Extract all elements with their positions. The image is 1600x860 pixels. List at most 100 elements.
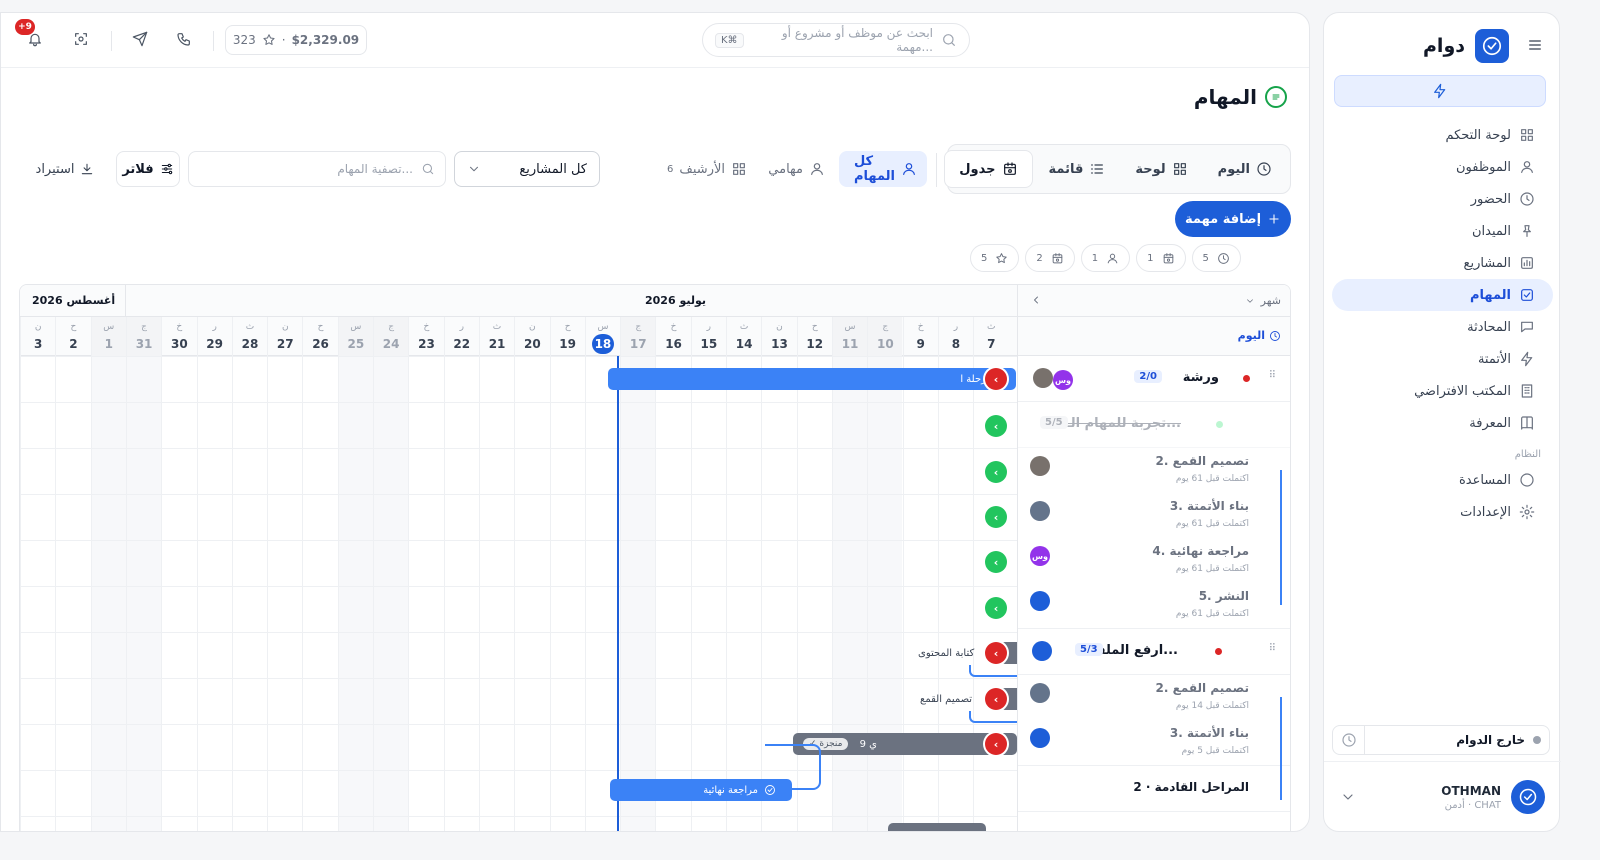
day-cell: ح 12 [796, 317, 832, 356]
chevron-down-icon[interactable] [1340, 789, 1356, 805]
chevron-icon[interactable]: ‹ [985, 415, 1007, 437]
day-number: 26 [312, 337, 329, 351]
tree-connector [1258, 697, 1282, 800]
grid-line [20, 402, 1017, 403]
sidebar-item-1[interactable]: الموظفون [1332, 151, 1553, 183]
weekday-label: ث [245, 322, 255, 332]
subtask-meta: اكتملت قبل 61 يوم [1175, 609, 1249, 619]
subtask-row[interactable]: 5. النشر اكتملت قبل 61 يوم [1018, 583, 1290, 629]
stat-chip[interactable]: 1 [1136, 244, 1186, 272]
sidebar-item-3[interactable]: الميدان [1332, 215, 1553, 247]
add-task-button[interactable]: إضافة مهمة [1175, 201, 1291, 237]
chevron-icon[interactable]: ‹ [985, 368, 1007, 390]
task-row[interactable]: ⠿ ارفع الملف... 5/3 [1018, 629, 1290, 675]
view-tab-1[interactable]: لوحة [1121, 150, 1201, 188]
task-row[interactable]: ⠿ ورشة 2/0 وس [1018, 356, 1290, 402]
subtask-row[interactable]: 2. تصميم القمع اكتملت قبل 61 يوم [1018, 448, 1290, 494]
page-title-wrap: المهام [1194, 85, 1287, 109]
task-title: ورشة [1182, 370, 1219, 385]
view-tab-label: اليوم [1217, 161, 1250, 177]
stat-chip[interactable]: 5 [1191, 244, 1241, 272]
import-button[interactable]: استيراد [25, 151, 105, 187]
subtask-title: 2. تصميم القمع [1155, 454, 1249, 468]
zoom-select[interactable]: شهر [1245, 294, 1281, 307]
day-cell: ن 3 [20, 317, 55, 356]
wallet-widget[interactable]: 323 · $2,329.09 [225, 25, 367, 55]
view-tab-0[interactable]: اليوم [1204, 150, 1286, 188]
sidebar-item-6[interactable]: المحادثة [1332, 311, 1553, 343]
stat-chip[interactable]: 5 [970, 244, 1020, 272]
chevron-left-icon[interactable] [1030, 294, 1042, 306]
weekday-label: ج [388, 322, 395, 332]
grid-line [20, 586, 1017, 587]
chevron-icon[interactable]: ‹ [985, 642, 1007, 664]
scope-tab-2[interactable]: الأرشيف 6 [661, 151, 757, 187]
weekday-label: س [844, 322, 856, 332]
chevron-icon[interactable]: ‹ [985, 733, 1007, 755]
quick-action-button[interactable] [1334, 75, 1546, 107]
chevron-icon[interactable]: ‹ [985, 551, 1007, 573]
sidebar-item-9[interactable]: المعرفة [1332, 407, 1553, 439]
drag-handle-icon[interactable]: ⠿ [1269, 370, 1276, 381]
global-search[interactable]: ابحث عن موظف أو مشروع أو مهمة... K⌘ [702, 23, 970, 57]
work-status[interactable]: خارج الدوام [1332, 725, 1550, 755]
sidebar-item-0[interactable]: لوحة التحكم [1332, 119, 1553, 151]
gantt-bar-automation[interactable]: 9 ي ✓ منجزة [793, 733, 1017, 755]
check-square-icon [1519, 287, 1535, 303]
help-icon [1519, 472, 1535, 488]
chevron-icon[interactable]: ‹ [985, 506, 1007, 528]
subtask-title: 2. تصميم القمع [1155, 681, 1249, 695]
sidebar-item-4[interactable]: المشاريع [1332, 247, 1553, 279]
subtask-meta: اكتملت قبل 61 يوم [1175, 519, 1249, 529]
weekday-label: ر [459, 322, 464, 332]
phone-icon[interactable] [176, 31, 192, 47]
day-cell: ن 13 [761, 317, 796, 356]
upcoming-phases-row[interactable]: المراحل القادمة · 2 [1018, 766, 1290, 812]
search-icon [941, 32, 957, 48]
filters-button[interactable]: فلاتر [116, 151, 180, 187]
sidebar-system-item-1[interactable]: الإعدادات [1332, 496, 1553, 528]
sidebar-item-2[interactable]: الحضور [1332, 183, 1553, 215]
top-bar: +9 323 · $2,329.09 ابحث عن موظف أو مشروع… [1, 13, 1309, 68]
day-cell: ث 7 [973, 317, 1008, 356]
grid-line [231, 356, 233, 831]
drag-handle-icon[interactable]: ⠿ [1269, 643, 1276, 654]
task-filter-input[interactable]: تصفية المهام... [188, 151, 446, 187]
view-tab-2[interactable]: قائمة [1035, 150, 1120, 188]
subtask-row[interactable]: 2. تصميم القمع اكتملت قبل 14 يوم [1018, 675, 1290, 721]
gantt-bar-workshop[interactable]: مرحلة ا [608, 368, 1016, 390]
scope-tab-1[interactable]: مهامي [765, 151, 835, 187]
scope-tab-0[interactable]: كل المهام [839, 151, 927, 187]
sidebar-system-item-0[interactable]: المساعدة [1332, 464, 1553, 496]
today-button[interactable]: اليوم [1018, 317, 1290, 356]
sidebar-item-5[interactable]: المهام [1332, 279, 1553, 311]
user-menu[interactable]: OTHMAN أدمن · CHAT [1324, 761, 1561, 831]
send-icon[interactable] [132, 31, 148, 47]
weekday-label: ح [564, 322, 571, 332]
weekend-column [125, 356, 161, 831]
subtask-row[interactable]: 3. بناء الأتمتة اكتملت قبل 61 يوم [1018, 493, 1290, 539]
sidebar-item-8[interactable]: المكتب الافتراضي [1332, 375, 1553, 407]
chevron-icon[interactable]: ‹ [985, 597, 1007, 619]
gantt-bar-partial[interactable] [888, 823, 986, 831]
stat-chip[interactable]: 1 [1080, 244, 1131, 272]
gantt-bar-review[interactable]: مراجعة نهائية [610, 779, 792, 801]
sidebar-item-label: الحضور [1470, 191, 1511, 207]
stat-chip[interactable]: 2 [1025, 244, 1075, 272]
task-row[interactable]: تجربة للمهام الـ... 5/5 [1018, 402, 1290, 448]
chevron-icon[interactable]: ‹ [985, 688, 1007, 710]
day-cell: ح 2 [55, 317, 90, 356]
sidebar-item-7[interactable]: الأتمتة [1332, 343, 1553, 375]
menu-icon[interactable] [1527, 37, 1543, 53]
grid-line [726, 356, 727, 831]
weekend-column [831, 356, 867, 831]
view-tab-3[interactable]: جدول [944, 150, 1033, 188]
scan-icon[interactable] [73, 31, 89, 47]
chevron-icon[interactable]: ‹ [985, 461, 1007, 483]
day-number: 11 [841, 337, 859, 351]
project-select[interactable]: كل المشاريع [454, 151, 600, 187]
day-number: 29 [206, 337, 223, 351]
weekday-label: ن [281, 322, 289, 332]
subtask-row[interactable]: 4. مراجعة نهائية اكتملت قبل 61 يوم وس [1018, 538, 1290, 584]
subtask-row[interactable]: 3. بناء الأتمتة اكتملت قبل 5 يوم [1018, 720, 1290, 766]
